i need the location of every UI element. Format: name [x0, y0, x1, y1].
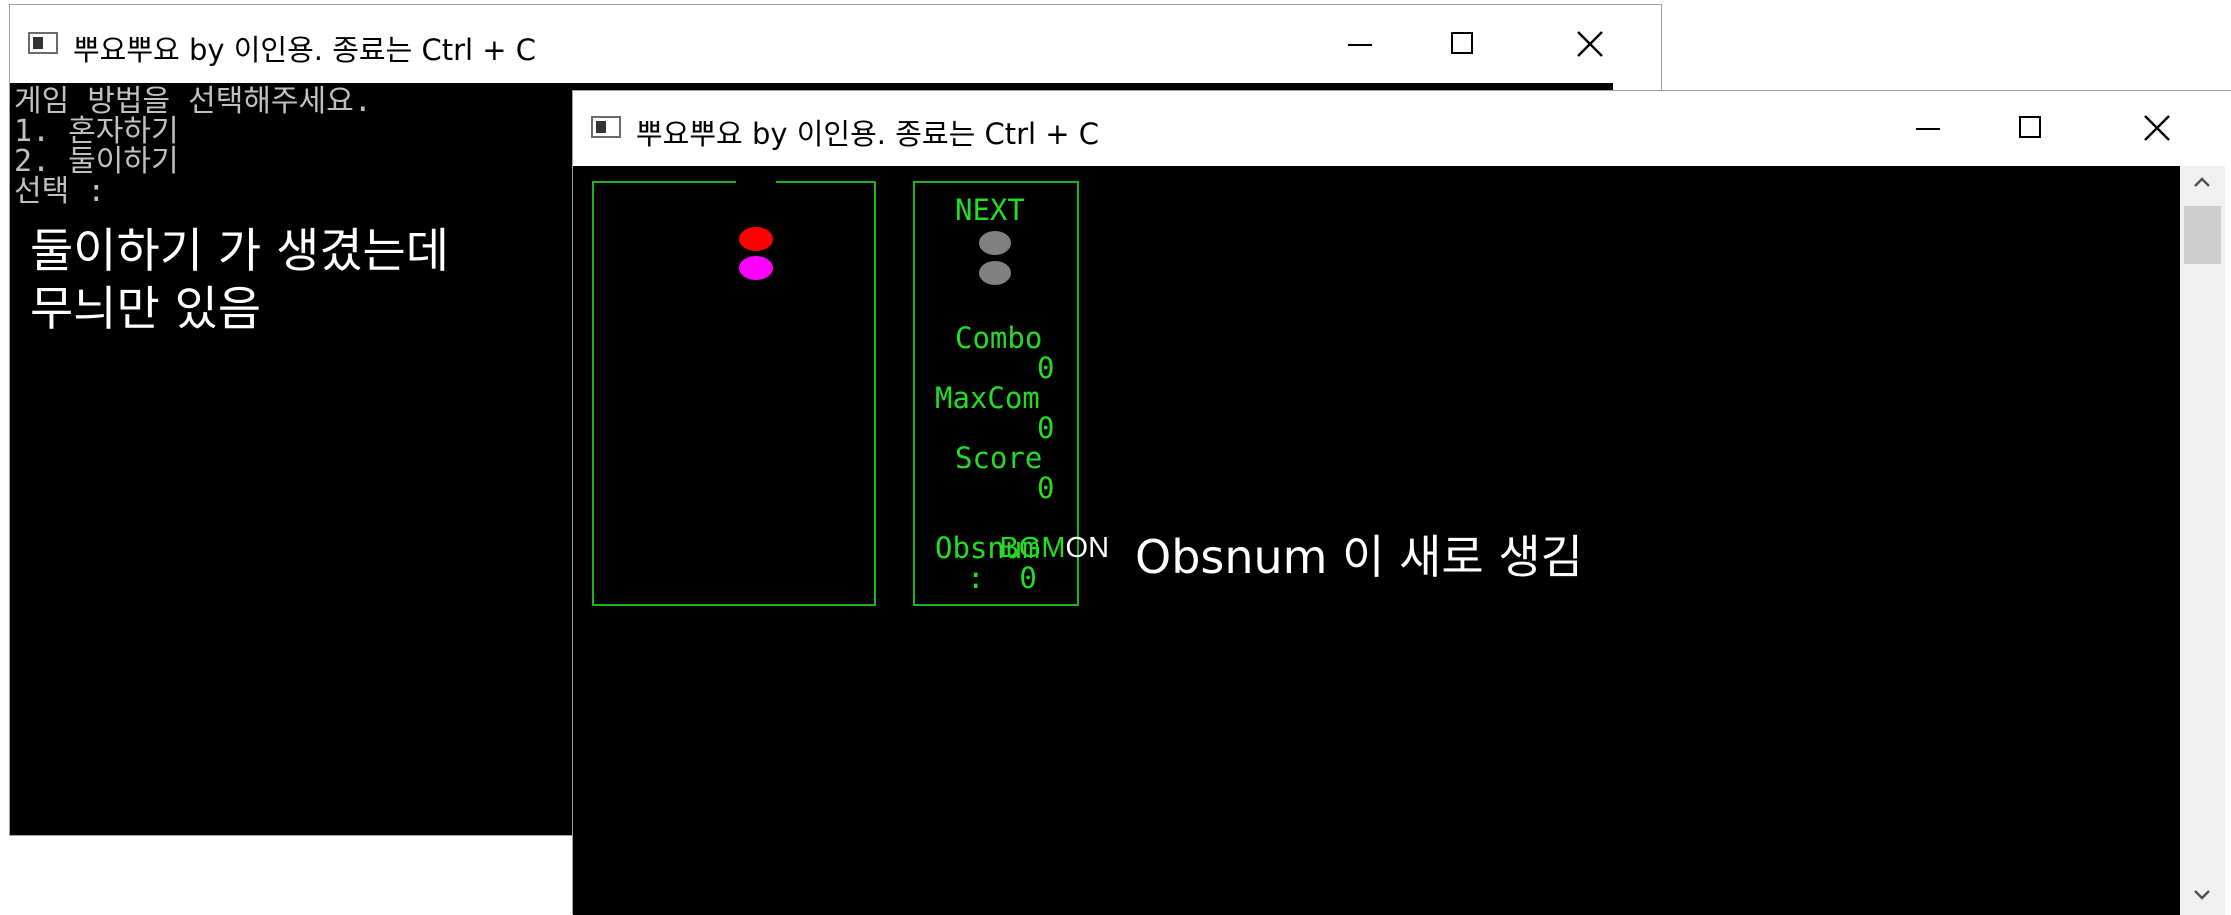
scroll-up-icon[interactable] — [2180, 166, 2225, 200]
back-window-title: 뿌요뿌요 by 이인용. 종료는 Ctrl + C — [73, 33, 537, 67]
front-console-area: NEXT Combo 0 MaxCom 0 Score 0 BGMON Obsn… — [573, 166, 2180, 915]
obsnum-value: : 0 — [967, 561, 1037, 595]
score-label: Score — [955, 441, 1043, 475]
maximize-icon — [1451, 32, 1473, 54]
next-label: NEXT — [955, 193, 1025, 227]
scroll-thumb[interactable] — [2184, 206, 2221, 264]
front-maximize-button[interactable] — [1997, 105, 2061, 151]
combo-label: Combo — [955, 321, 1043, 355]
next-puyo-top — [979, 231, 1011, 255]
menu-option-two-player: 2. 둘이하기 — [14, 144, 179, 179]
front-console-window: 뿌요뿌요 by 이인용. 종료는 Ctrl + C NEXT Combo 0 M… — [572, 90, 2231, 915]
maximize-icon — [2019, 116, 2041, 138]
combo-value: 0 — [1037, 351, 1055, 385]
console-app-icon — [591, 116, 621, 138]
next-puyo-bottom — [979, 261, 1011, 285]
back-close-button[interactable] — [1558, 21, 1622, 67]
obsnum-label: Obsnum — [935, 531, 1040, 565]
annotation-two-player-line1: 둘이하기 가 생겼는데 — [30, 224, 450, 279]
scroll-down-icon[interactable] — [2180, 878, 2225, 912]
falling-puyo-magenta — [739, 256, 773, 280]
annotation-two-player: 둘이하기 가 생겼는데 무늬만 있음 — [30, 223, 449, 339]
close-icon — [1577, 31, 1603, 57]
minimize-icon — [1348, 44, 1372, 46]
back-minimize-button[interactable] — [1328, 21, 1392, 67]
bgm-status: ON — [1065, 532, 1110, 564]
menu-option-single: 1. 혼자하기 — [14, 114, 179, 149]
back-window-titlebar[interactable]: 뿌요뿌요 by 이인용. 종료는 Ctrl + C — [10, 5, 1661, 83]
maxcombo-value: 0 — [1037, 411, 1055, 445]
maxcombo-label: MaxCom — [935, 381, 1040, 415]
close-icon — [2144, 115, 2170, 141]
front-minimize-button[interactable] — [1896, 105, 1960, 151]
menu-selection-line: 선택 : — [14, 174, 106, 209]
front-close-button[interactable] — [2125, 105, 2189, 151]
front-window-titlebar[interactable]: 뿌요뿌요 by 이인용. 종료는 Ctrl + C — [573, 91, 2231, 166]
vertical-scrollbar[interactable] — [2180, 166, 2225, 915]
score-value: 0 — [1037, 471, 1055, 505]
console-app-icon — [28, 32, 58, 54]
annotation-two-player-line2: 무늬만 있음 — [30, 282, 262, 337]
info-panel: NEXT Combo 0 MaxCom 0 Score 0 BGMON Obsn… — [913, 181, 1109, 606]
front-window-title: 뿌요뿌요 by 이인용. 종료는 Ctrl + C — [636, 117, 1100, 151]
back-maximize-button[interactable] — [1429, 21, 1493, 67]
game-board — [592, 181, 876, 606]
annotation-obsnum: Obsnum 이 새로 생김 — [1135, 530, 1583, 584]
menu-prompt-line: 게임 방법을 선택해주세요. — [14, 84, 372, 119]
minimize-icon — [1916, 128, 1940, 130]
falling-puyo-red — [739, 227, 773, 251]
